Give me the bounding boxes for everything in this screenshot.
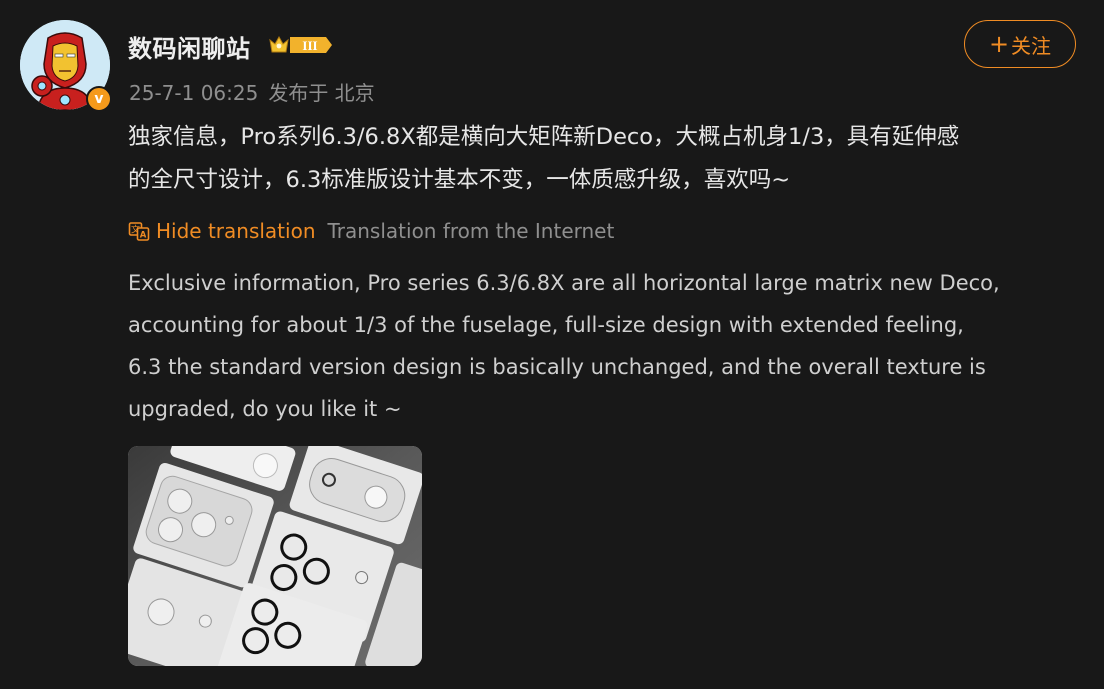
hide-translation-link[interactable]: Hide translation bbox=[156, 219, 316, 243]
follow-button[interactable]: + 关注 bbox=[964, 20, 1076, 68]
translated-content: Exclusive information, Pro series 6.3/6.… bbox=[128, 262, 1088, 430]
post-time[interactable]: 25-7-1 06:25 bbox=[129, 81, 258, 105]
translation-bar: 文 A Hide translation Translation from th… bbox=[128, 215, 614, 247]
post-location: 发布于 北京 bbox=[268, 81, 375, 105]
translated-line: Exclusive information, Pro series 6.3/6.… bbox=[128, 271, 1000, 295]
translated-line: upgraded, do you like it ~ bbox=[128, 397, 402, 421]
post-content: 独家信息，Pro系列6.3/6.8X都是横向大矩阵新Deco，大概占机身1/3，… bbox=[128, 116, 1078, 202]
plus-icon: + bbox=[988, 30, 1010, 58]
camera-protector-photo bbox=[128, 446, 422, 666]
translation-source: Translation from the Internet bbox=[327, 219, 615, 243]
post-content-line: 独家信息，Pro系列6.3/6.8X都是横向大矩阵新Deco，大概占机身1/3，… bbox=[128, 124, 960, 150]
post-image[interactable] bbox=[128, 446, 422, 666]
crown-level-badge-icon[interactable]: III bbox=[268, 33, 334, 57]
svg-text:A: A bbox=[140, 231, 147, 241]
translate-icon: 文 A bbox=[128, 222, 150, 241]
post-content-line: 的全尺寸设计，6.3标准版设计基本不变，一体质感升级，喜欢吗~ bbox=[128, 167, 791, 193]
weibo-post: v 数码闲聊站 III 25-7-1 06:25 发布于 北京 + 关注 独家信息，… bbox=[0, 0, 1104, 689]
author-name[interactable]: 数码闲聊站 bbox=[128, 29, 251, 64]
verified-badge-icon: v bbox=[86, 86, 112, 112]
translated-line: 6.3 the standard version design is basic… bbox=[128, 355, 986, 379]
post-meta: 25-7-1 06:25 发布于 北京 bbox=[129, 77, 375, 106]
follow-label: 关注 bbox=[1011, 33, 1052, 58]
translated-line: accounting for about 1/3 of the fuselage… bbox=[128, 313, 964, 337]
level-badge-label: III bbox=[302, 38, 317, 53]
